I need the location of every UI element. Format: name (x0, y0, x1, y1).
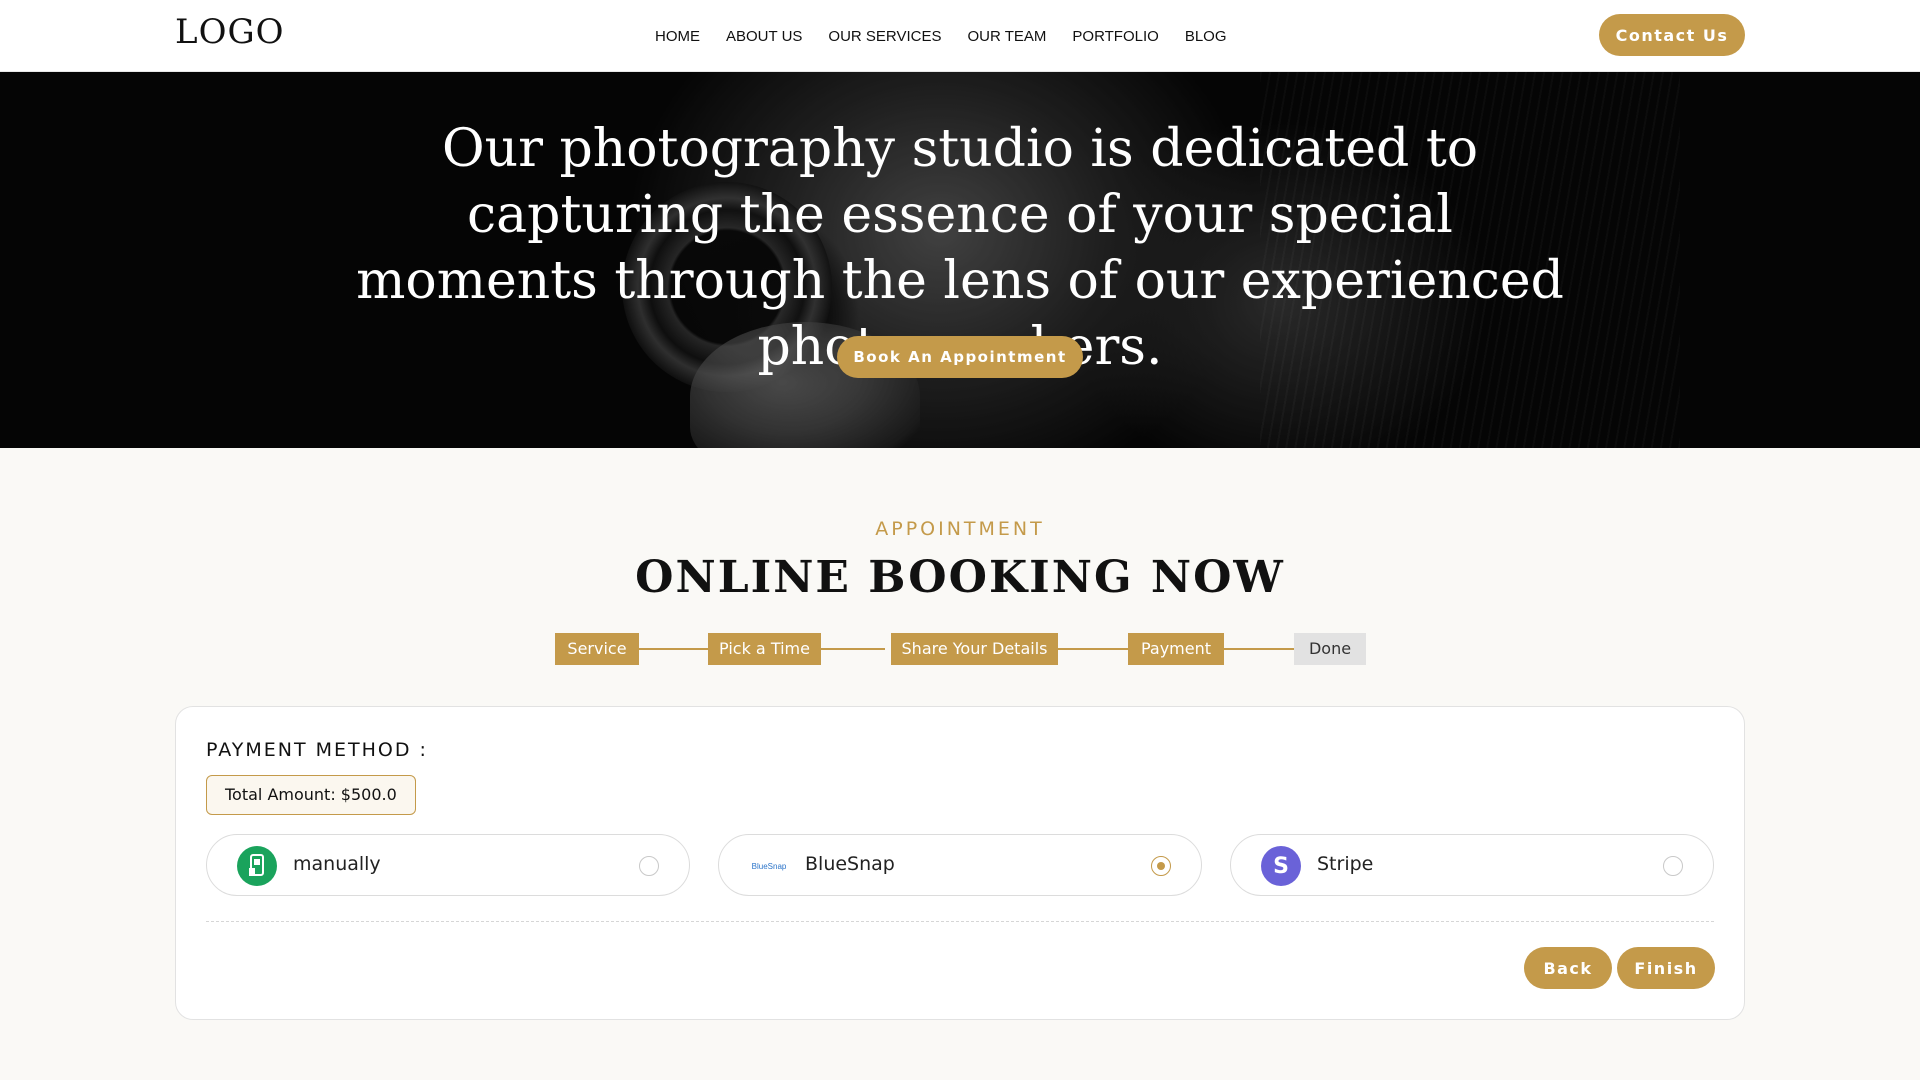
payment-option-stripe[interactable]: S Stripe (1230, 834, 1714, 896)
payment-option-manually[interactable]: manually (206, 834, 690, 896)
nav-home[interactable]: HOME (655, 28, 700, 45)
step-connector (1058, 648, 1128, 650)
site-logo[interactable]: LOGO (175, 12, 285, 52)
finish-button[interactable]: Finish (1617, 947, 1715, 989)
nav-portfolio[interactable]: PORTFOLIO (1072, 28, 1158, 45)
step-share-your-details[interactable]: Share Your Details (891, 633, 1058, 665)
step-connector (821, 648, 885, 650)
bluesnap-logo-icon: BlueSnap (749, 846, 789, 886)
back-button[interactable]: Back (1524, 947, 1612, 989)
booking-progress-steps: Service Pick a Time Share Your Details P… (555, 633, 1366, 665)
payment-option-label: BlueSnap (805, 853, 895, 875)
manual-payment-glyph (249, 854, 264, 876)
section-title: ONLINE BOOKING NOW (635, 552, 1285, 603)
payment-card: PAYMENT METHOD : Total Amount: $500.0 ma… (175, 706, 1745, 1020)
payment-radio-bluesnap[interactable] (1151, 856, 1171, 876)
step-connector (1224, 648, 1294, 650)
step-pick-a-time[interactable]: Pick a Time (708, 633, 821, 665)
payment-option-label: Stripe (1317, 853, 1374, 875)
payment-radio-stripe[interactable] (1663, 856, 1683, 876)
card-divider (206, 921, 1714, 922)
main-nav: HOME ABOUT US OUR SERVICES OUR TEAM PORT… (655, 28, 1227, 45)
nav-blog[interactable]: BLOG (1185, 28, 1227, 45)
step-payment[interactable]: Payment (1128, 633, 1224, 665)
step-service[interactable]: Service (555, 633, 639, 665)
payment-methods: manually BlueSnap BlueSnap S Stripe (206, 834, 1714, 896)
step-connector (639, 648, 711, 650)
payment-radio-manually[interactable] (639, 856, 659, 876)
book-appointment-button[interactable]: Book An Appointment (837, 336, 1083, 378)
total-amount-badge: Total Amount: $500.0 (206, 775, 416, 815)
nav-our-services[interactable]: OUR SERVICES (828, 28, 941, 45)
payment-option-label: manually (293, 853, 381, 875)
payment-option-bluesnap[interactable]: BlueSnap BlueSnap (718, 834, 1202, 896)
stripe-icon-letter: S (1273, 853, 1289, 879)
payment-method-heading: PAYMENT METHOD : (206, 739, 428, 761)
section-eyebrow: APPOINTMENT (875, 518, 1045, 540)
manual-payment-icon (237, 846, 277, 886)
step-done[interactable]: Done (1294, 633, 1366, 665)
site-header: LOGO HOME ABOUT US OUR SERVICES OUR TEAM… (0, 0, 1920, 72)
nav-our-team[interactable]: OUR TEAM (968, 28, 1047, 45)
hero-banner: Our photography studio is dedicated to c… (0, 72, 1920, 448)
nav-about-us[interactable]: ABOUT US (726, 28, 802, 45)
bluesnap-logo-text: BlueSnap (751, 861, 787, 871)
stripe-icon: S (1261, 846, 1301, 886)
contact-us-button[interactable]: Contact Us (1599, 14, 1745, 56)
